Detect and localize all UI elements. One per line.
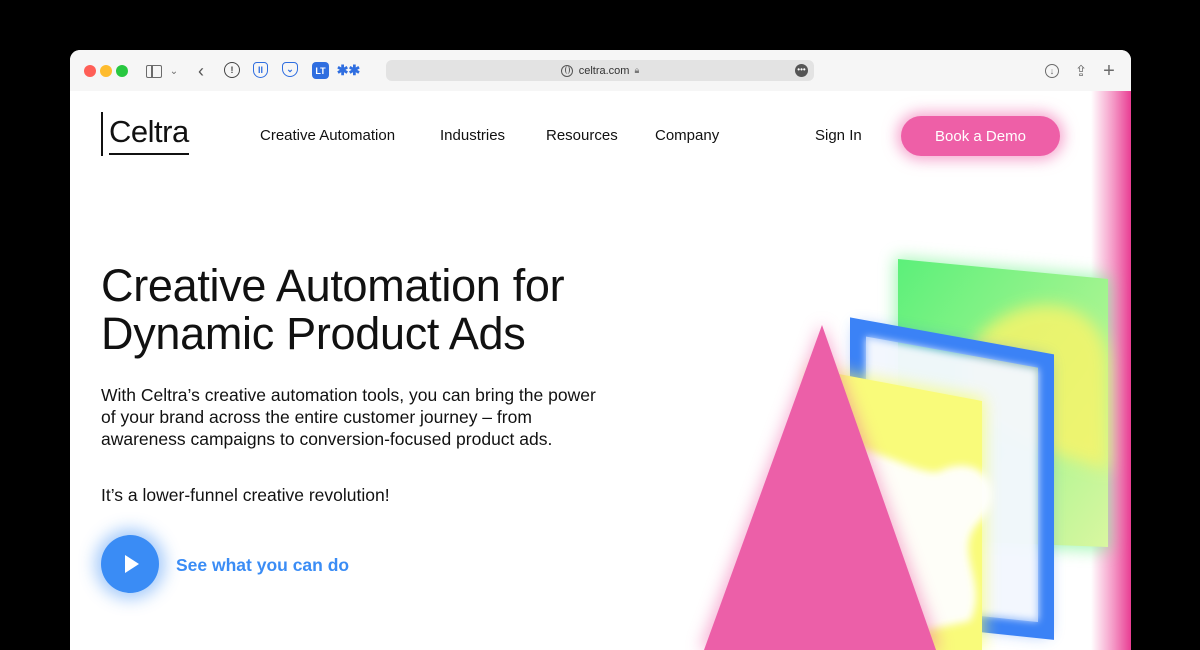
pocket-extension-icon[interactable]: ⌄ [282,62,298,77]
sidebar-icon[interactable] [145,60,163,82]
play-icon [125,555,139,573]
back-icon[interactable]: ‹ [194,60,208,82]
headline-line-1: Creative Automation for [101,260,565,311]
web-page: Celtra Creative Automation Industries Re… [70,91,1131,650]
chevron-down-icon[interactable]: ⌄ [168,60,180,82]
zoom-window-button[interactable] [116,65,128,77]
asterisk-extension-icon[interactable]: ✱✱ [337,62,360,79]
globe-icon [560,64,573,77]
browser-window: ⌄ ‹ ! II ⌄ LT ✱✱ celtra.com 🔒︎ ••• ↓ ⇪ +… [70,50,1131,650]
download-icon[interactable]: ↓ [1045,60,1059,82]
headline-line-2: Dynamic Product Ads [101,308,526,359]
see-what-you-can-do-link[interactable]: See what you can do [176,555,349,576]
minimize-window-button[interactable] [100,65,112,77]
hero-illustration [700,257,1110,650]
close-window-button[interactable] [84,65,96,77]
plus-icon[interactable]: + [1102,60,1116,82]
browser-toolbar: ⌄ ‹ ! II ⌄ LT ✱✱ celtra.com 🔒︎ ••• ↓ ⇪ + [70,50,1131,92]
address-bar[interactable]: celtra.com 🔒︎ ••• [386,60,814,81]
translate-extension-icon[interactable]: LT [312,62,329,79]
more-icon[interactable]: ••• [795,64,808,77]
nav-industries[interactable]: Industries [440,127,505,144]
hero-body: With Celtra’s creative automation tools,… [101,385,596,449]
book-demo-button[interactable]: Book a Demo [901,116,1060,156]
share-icon[interactable]: ⇪ [1074,60,1088,82]
celtra-logo[interactable]: Celtra [101,110,189,158]
password-extension-icon[interactable]: ! [224,62,240,78]
hero-headline: Creative Automation for Dynamic Product … [101,262,721,358]
nav-resources[interactable]: Resources [546,127,618,144]
logo-text: Celtra [109,114,189,155]
url-text: celtra.com [578,64,630,77]
lock-icon: 🔒︎ [634,65,640,75]
hero-tagline: It’s a lower-funnel creative revolution! [101,485,390,505]
nav-company[interactable]: Company [655,127,719,144]
sign-in-link[interactable]: Sign In [815,127,862,144]
shield-extension-icon[interactable]: II [253,62,268,78]
nav-creative-automation[interactable]: Creative Automation [260,127,395,144]
play-video-button[interactable] [101,535,159,593]
